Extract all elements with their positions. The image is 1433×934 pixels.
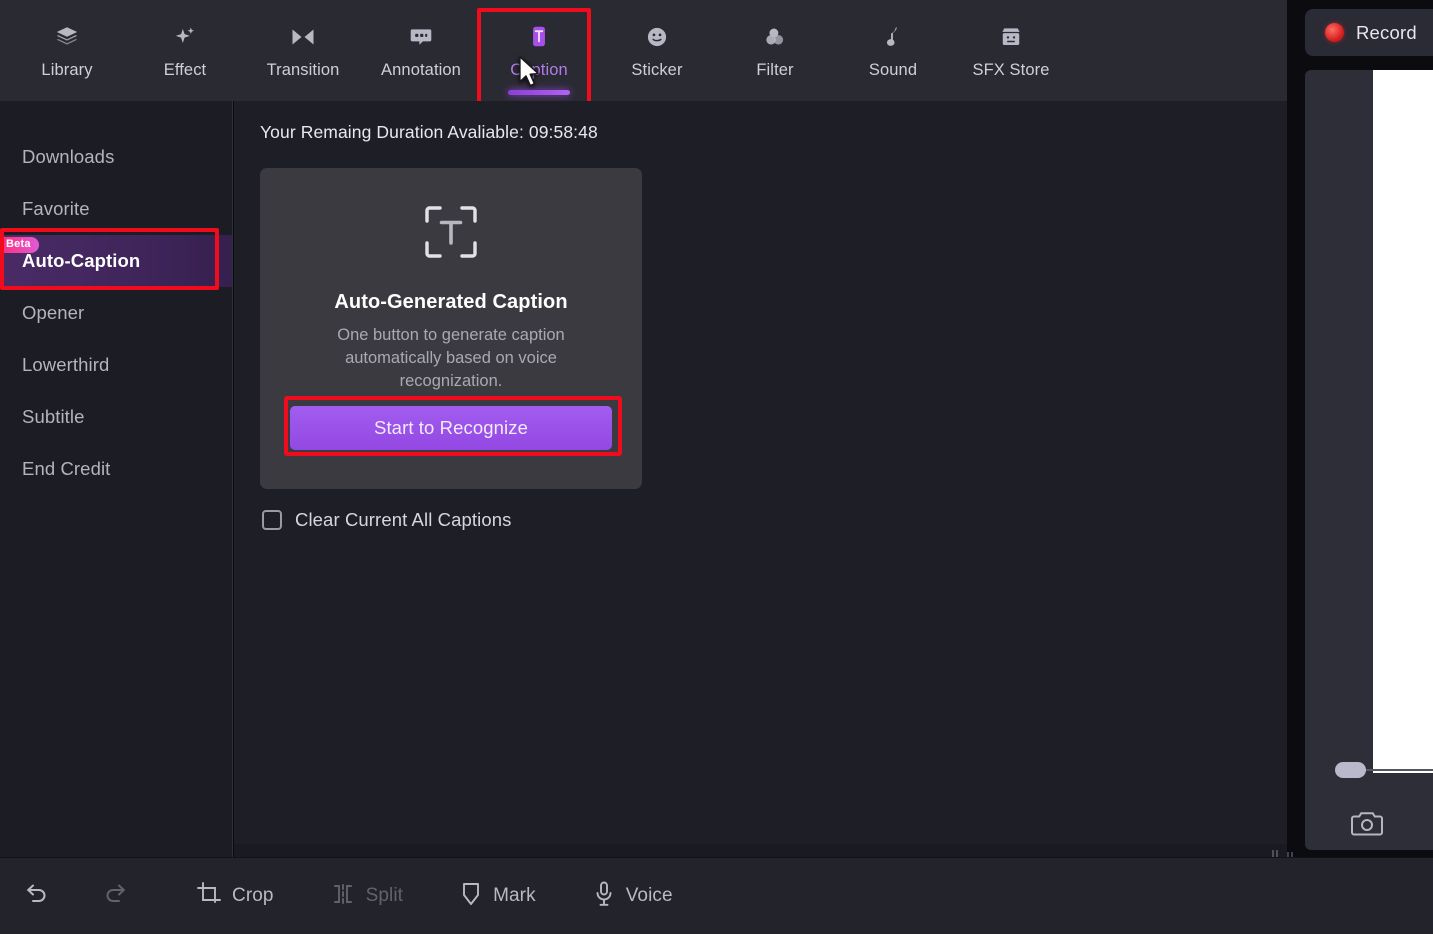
sidebar-item-subtitle[interactable]: Subtitle	[0, 391, 232, 443]
card-title: Auto-Generated Caption	[334, 291, 568, 313]
tab-label: Effect	[163, 60, 207, 79]
redo-button[interactable]	[102, 880, 140, 913]
resize-grip-icon[interactable]	[1272, 846, 1281, 859]
sidebar-item-label: Auto-Caption	[22, 250, 141, 271]
tab-sfx-store[interactable]: SFX Store	[952, 0, 1070, 101]
sidebar-item-label: Favorite	[22, 198, 90, 219]
tab-label: Transition	[266, 60, 340, 79]
tab-transition[interactable]: Transition	[244, 0, 362, 101]
tab-label: SFX Store	[972, 60, 1050, 79]
sparkle-icon	[172, 22, 198, 52]
sidebar-item-downloads[interactable]: Downloads	[0, 131, 232, 183]
tool-label: Split	[365, 885, 404, 906]
filter-circles-icon	[762, 22, 788, 52]
bottom-toolbar: Crop Split Mark Voice	[0, 858, 1433, 934]
sidebar-item-end-credit[interactable]: End Credit	[0, 443, 232, 495]
layers-icon	[54, 22, 80, 52]
sidebar-item-lowerthird[interactable]: Lowerthird	[0, 339, 232, 391]
voice-button[interactable]: Voice	[592, 880, 673, 913]
tool-label: Voice	[625, 885, 673, 906]
clear-all-captions-row[interactable]: Clear Current All Captions	[262, 509, 511, 531]
caption-text-icon	[526, 22, 552, 52]
preview-zoom-slider[interactable]	[1335, 762, 1433, 778]
tab-label: Annotation	[381, 60, 461, 79]
tab-label: Sticker	[631, 60, 683, 79]
clear-captions-label: Clear Current All Captions	[295, 509, 512, 530]
store-icon	[998, 22, 1024, 52]
tab-effect[interactable]: Effect	[126, 0, 244, 101]
music-note-icon	[880, 22, 906, 52]
camera-icon[interactable]	[1350, 810, 1384, 843]
clear-captions-checkbox[interactable]	[262, 510, 282, 530]
sidebar-item-favorite[interactable]: Favorite	[0, 183, 232, 235]
tab-filter[interactable]: Filter	[716, 0, 834, 101]
smiley-icon	[644, 22, 670, 52]
tab-sticker[interactable]: Sticker	[598, 0, 716, 101]
record-label: Record	[1356, 21, 1417, 43]
auto-generated-caption-card: Auto-Generated Caption One button to gen…	[260, 168, 642, 489]
auto-caption-main-panel: Your Remaing Duration Avaliable: 09:58:4…	[234, 101, 1287, 859]
microphone-icon	[592, 880, 616, 913]
beta-badge: Beta	[0, 237, 39, 253]
record-button[interactable]: Record	[1305, 9, 1433, 56]
tab-label: Library	[41, 60, 93, 79]
tab-label: Caption	[510, 60, 568, 79]
mark-button[interactable]: Mark	[459, 881, 536, 912]
crop-icon	[196, 881, 222, 912]
redo-icon	[102, 880, 130, 913]
tab-caption[interactable]: Caption	[480, 0, 598, 101]
sidebar-item-label: Opener	[22, 302, 85, 323]
video-editor-window: Library Effect Transition Annotation Cap…	[0, 0, 1433, 934]
sidebar-item-label: Subtitle	[22, 406, 85, 427]
tab-annotation[interactable]: Annotation	[362, 0, 480, 101]
split-button[interactable]: Split	[330, 881, 403, 912]
active-underline	[508, 90, 570, 95]
marker-icon	[459, 881, 483, 912]
split-icon	[330, 881, 356, 912]
slider-thumb[interactable]	[1335, 762, 1366, 778]
tab-library[interactable]: Library	[8, 0, 126, 101]
top-navigation-bar: Library Effect Transition Annotation Cap…	[0, 0, 1287, 101]
preview-shell	[1305, 70, 1433, 850]
sidebar-item-label: Downloads	[22, 146, 115, 167]
tool-label: Crop	[232, 885, 274, 906]
sidebar-item-opener[interactable]: Opener	[0, 287, 232, 339]
tab-sound[interactable]: Sound	[834, 0, 952, 101]
preview-panel: Record	[1287, 0, 1433, 861]
transition-icon	[289, 22, 317, 52]
undo-button[interactable]	[22, 880, 60, 913]
tab-label: Filter	[756, 60, 794, 79]
main-panel-bottom-strip	[234, 844, 1287, 859]
sidebar-item-label: Lowerthird	[22, 354, 110, 375]
tab-label: Sound	[868, 60, 918, 79]
undo-icon	[22, 880, 50, 913]
start-to-recognize-button[interactable]: Start to Recognize	[290, 406, 612, 450]
speech-bubble-icon	[408, 22, 434, 52]
tool-label: Mark	[493, 885, 536, 906]
card-description: One button to generate caption automatic…	[337, 326, 565, 390]
crop-button[interactable]: Crop	[196, 881, 274, 912]
record-dot-icon	[1325, 23, 1344, 42]
sidebar-item-label: End Credit	[22, 458, 111, 479]
remaining-duration-text: Your Remaing Duration Avaliable: 09:58:4…	[260, 122, 598, 142]
text-frame-icon	[422, 203, 480, 266]
preview-video-surface[interactable]	[1373, 70, 1433, 773]
sidebar-item-auto-caption[interactable]: Beta Auto-Caption	[0, 235, 232, 287]
caption-category-sidebar: Downloads Favorite Beta Auto-Caption Ope…	[0, 101, 233, 858]
